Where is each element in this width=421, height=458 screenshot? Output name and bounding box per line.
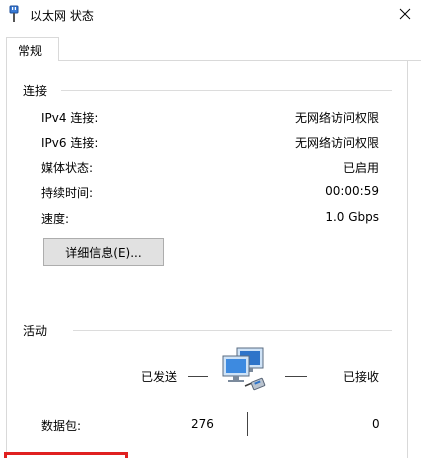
received-label: 已接收	[343, 370, 380, 384]
tab-strip-border	[6, 60, 421, 61]
packets-separator	[247, 412, 248, 436]
details-button[interactable]: 详细信息(E)...	[43, 238, 164, 266]
details-button-label: 详细信息(E)...	[65, 245, 142, 260]
ipv6-label: IPv6 连接:	[41, 136, 99, 150]
highlight-frame	[4, 452, 128, 458]
speed-value: 1.0 Gbps	[325, 210, 379, 224]
ipv6-value: 无网络访问权限	[294, 136, 379, 150]
close-icon	[399, 8, 411, 20]
media-state-value: 已启用	[342, 161, 379, 175]
title-bar: 以太网 状态	[0, 0, 421, 30]
connection-group-line	[61, 90, 392, 91]
window-title: 以太网 状态	[30, 9, 94, 23]
connection-group-title: 连接	[23, 84, 48, 98]
ethernet-plug-icon	[7, 5, 21, 23]
packets-sent-value: 276	[191, 417, 214, 431]
tab-general[interactable]: 常规	[6, 37, 59, 61]
packets-received-value: 0	[372, 417, 380, 431]
activity-group-line	[73, 330, 392, 331]
received-dash	[285, 376, 307, 377]
duration-label: 持续时间:	[41, 186, 94, 200]
ipv4-value: 无网络访问权限	[294, 111, 379, 125]
media-state-label: 媒体状态:	[41, 161, 94, 175]
network-computers-icon	[219, 346, 271, 396]
speed-label: 速度:	[41, 212, 70, 226]
close-button[interactable]	[390, 1, 420, 27]
sent-label: 已发送	[141, 370, 178, 384]
duration-value: 00:00:59	[325, 184, 379, 198]
tab-general-label: 常规	[18, 44, 43, 58]
packets-label: 数据包:	[41, 419, 82, 433]
activity-group-title: 活动	[23, 324, 48, 338]
ipv4-label: IPv4 连接:	[41, 111, 99, 125]
sent-dash	[188, 376, 208, 377]
